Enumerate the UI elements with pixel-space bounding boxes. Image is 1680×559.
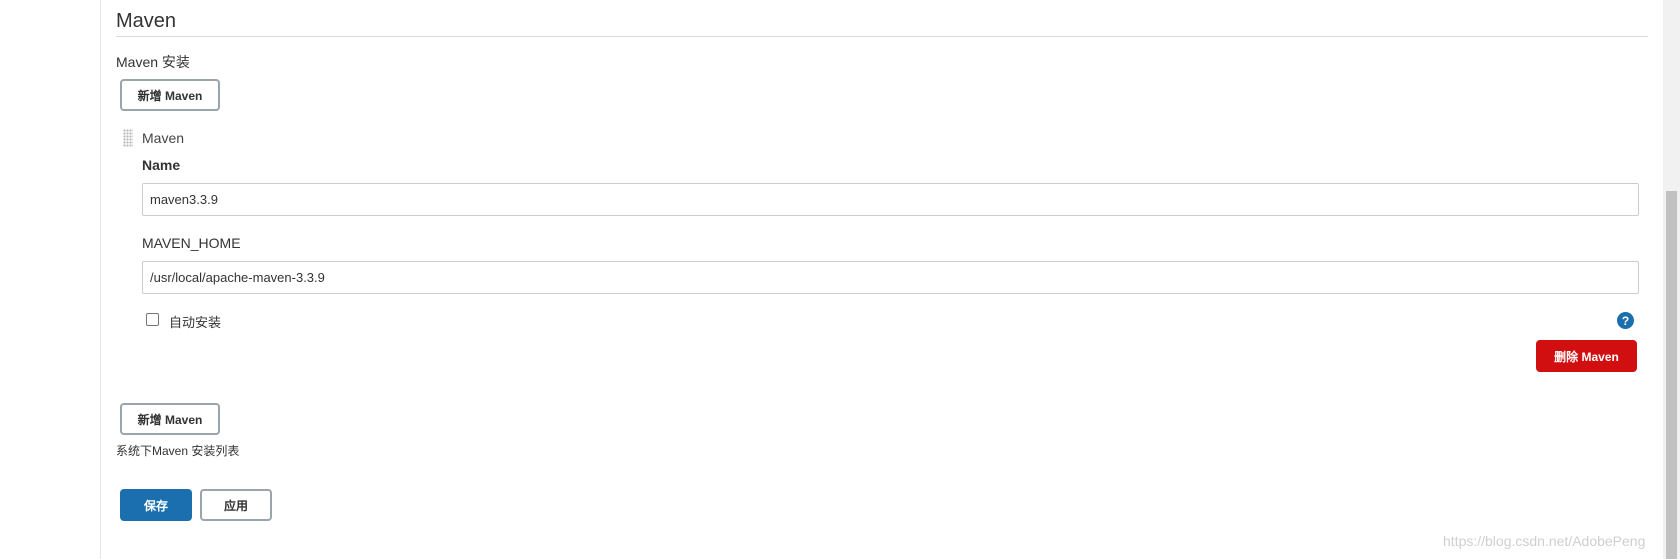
auto-install-checkbox[interactable]: [146, 313, 159, 326]
name-input[interactable]: [142, 183, 1639, 216]
save-button[interactable]: 保存: [120, 489, 192, 521]
scrollbar-thumb[interactable]: [1666, 191, 1677, 559]
left-gutter: [0, 0, 101, 559]
section-title: Maven: [116, 10, 177, 32]
maven-install-label: Maven 安装: [116, 54, 190, 70]
maven-home-label: MAVEN_HOME: [142, 235, 241, 251]
maven-install-description: 系统下Maven 安装列表: [116, 444, 240, 458]
watermark-text: https://blog.csdn.net/AdobePeng: [1443, 533, 1646, 549]
drag-handle-icon[interactable]: [123, 129, 133, 147]
maven-home-input[interactable]: [142, 261, 1639, 294]
question-mark-icon[interactable]: ?: [1617, 312, 1634, 329]
auto-install-label: 自动安装: [169, 315, 222, 330]
section-divider: [116, 36, 1648, 37]
add-maven-button-bottom[interactable]: 新增 Maven: [120, 403, 220, 435]
installation-header: Maven: [142, 130, 185, 146]
delete-maven-button[interactable]: 删除 Maven: [1536, 340, 1637, 372]
apply-button[interactable]: 应用: [200, 489, 272, 521]
name-field-label: Name: [142, 157, 181, 173]
add-maven-button-top[interactable]: 新增 Maven: [120, 79, 220, 111]
